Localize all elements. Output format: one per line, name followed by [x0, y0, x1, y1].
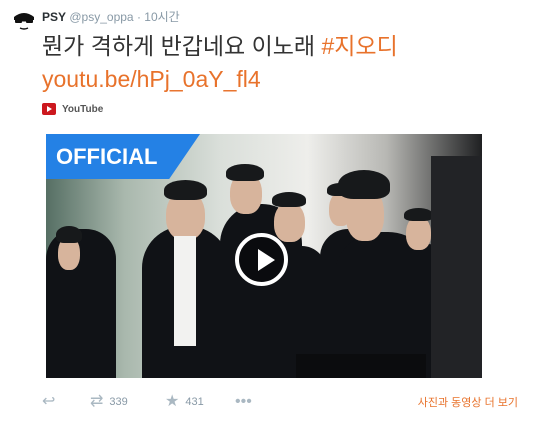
tweet-time[interactable]: 10시간 [144, 10, 179, 24]
retweet-action[interactable]: ⇄ 339 [90, 394, 128, 410]
person-hair [404, 208, 433, 221]
tweet-body: 뭔가 격하게 반갑네요 이노래 [42, 33, 322, 59]
reply-action[interactable]: ↩ [42, 394, 55, 410]
youtube-label: YouTube [62, 103, 104, 115]
person-silhouette [46, 229, 116, 378]
view-more-link[interactable]: 사진과 동영상 더 보기 [418, 394, 518, 410]
favorite-count: 431 [185, 396, 204, 408]
more-icon: ••• [235, 393, 252, 410]
tweet-actions: ↩ ⇄ 339 ★ 431 ••• 사진과 동영상 더 보기 [42, 394, 532, 412]
person-hair [338, 170, 390, 199]
user-handle[interactable]: @psy_oppa [69, 10, 133, 24]
youtube-icon [42, 103, 56, 115]
person-face [274, 202, 305, 242]
person-face [406, 216, 431, 250]
video-thumbnail[interactable]: OFFICIAL [46, 134, 482, 378]
user-name[interactable]: PSY [42, 10, 66, 24]
video-link[interactable]: youtu.be/hPj_0aY_fl4 [42, 63, 532, 96]
reply-icon: ↩ [42, 393, 56, 410]
favorite-action[interactable]: ★ 431 [165, 394, 204, 410]
retweet-count: 339 [109, 396, 128, 408]
person-hair [164, 180, 207, 200]
play-button[interactable] [235, 233, 288, 286]
more-action[interactable]: ••• [235, 394, 252, 410]
hashtag-link[interactable]: #지오디 [321, 33, 397, 59]
tweet-text: 뭔가 격하게 반갑네요 이노래 #지오디 youtu.be/hPj_0aY_fl… [42, 30, 532, 96]
monitor [296, 354, 426, 378]
person-hair [56, 226, 82, 243]
person-hair [272, 192, 306, 207]
person-hair [226, 164, 264, 181]
youtube-source[interactable]: YouTube [42, 102, 103, 116]
separator: · [136, 10, 141, 24]
camera-equipment [431, 156, 482, 378]
retweet-icon: ⇄ [90, 393, 104, 410]
psy-avatar-icon [12, 8, 36, 32]
avatar[interactable] [12, 8, 36, 32]
official-badge: OFFICIAL [46, 134, 200, 179]
white-shirt [174, 236, 196, 346]
star-icon: ★ [165, 393, 180, 410]
tweet-header: PSY @psy_oppa · 10시간 [42, 9, 180, 25]
